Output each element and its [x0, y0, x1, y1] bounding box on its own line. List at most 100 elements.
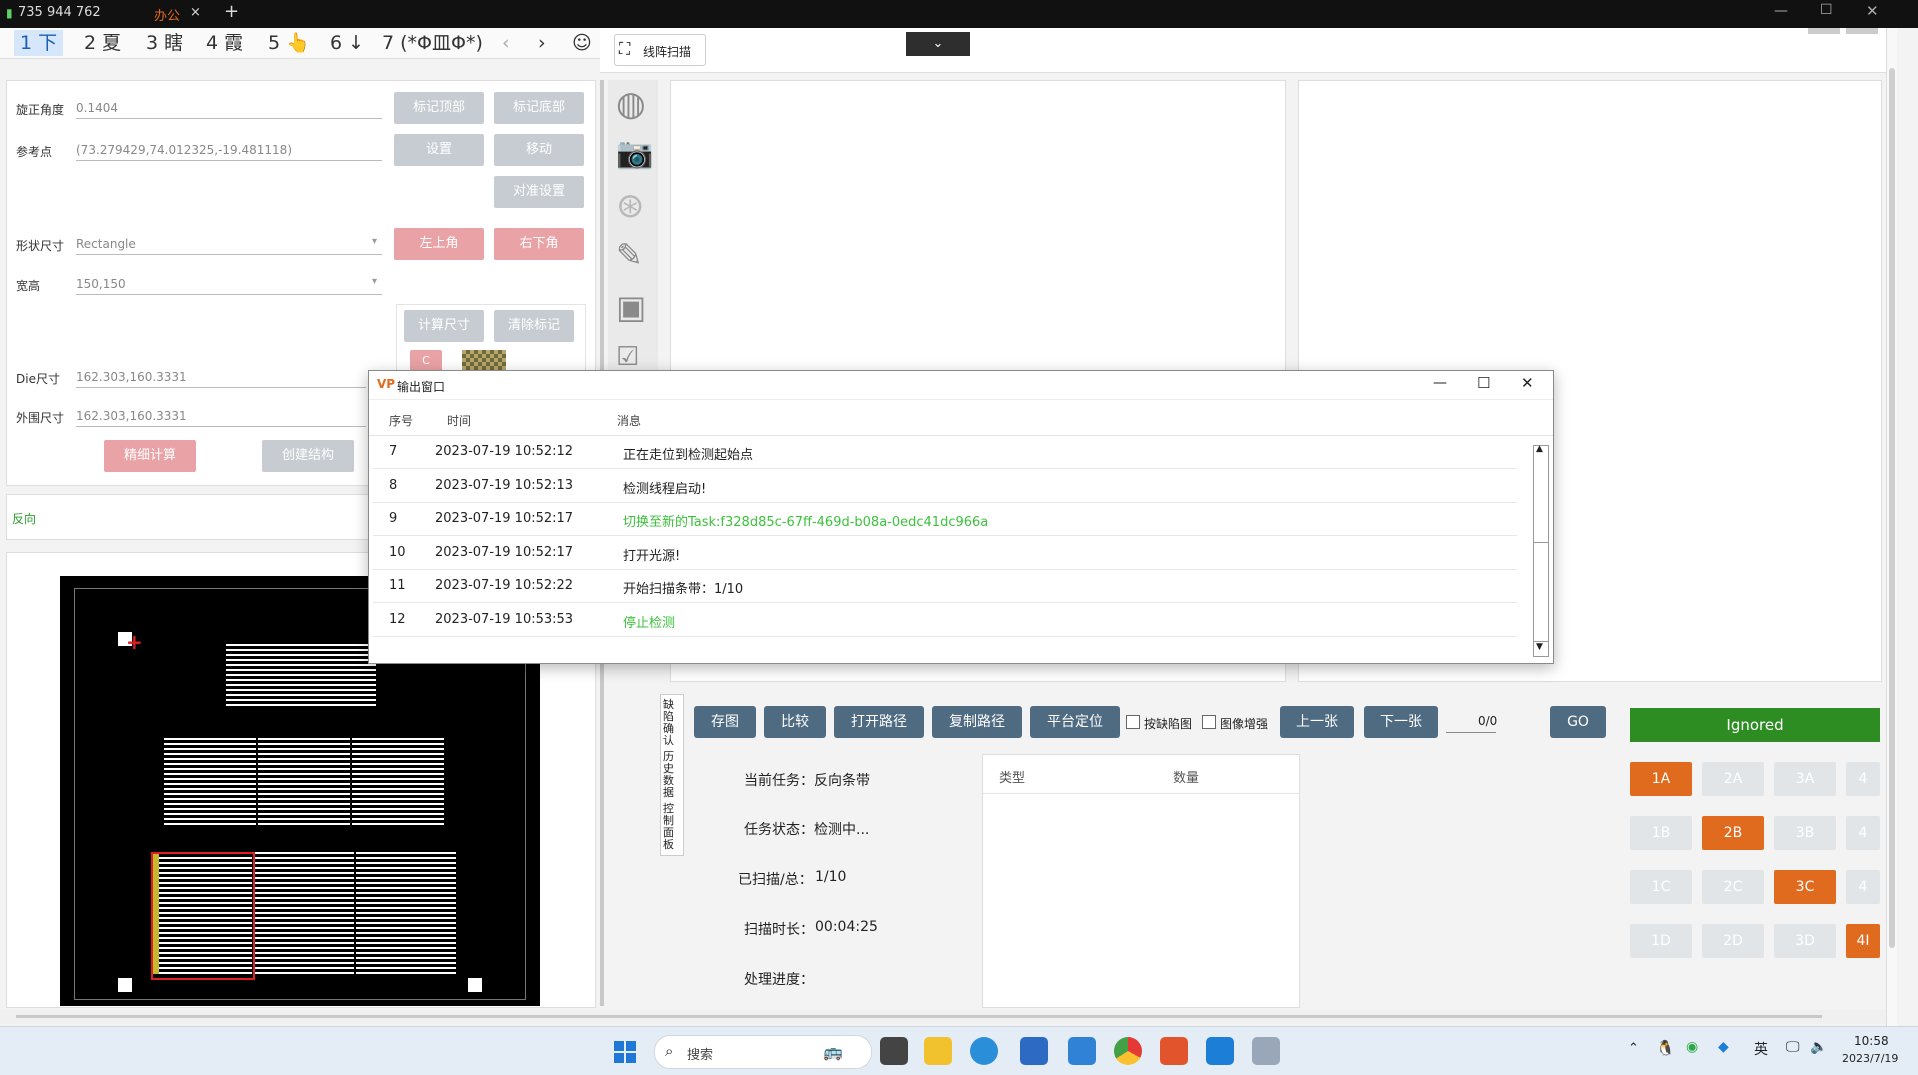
ime-candidate-1[interactable]: 1 下: [14, 30, 64, 56]
scroll-up-icon[interactable]: ▲: [1536, 444, 1543, 454]
bottom-scrollbar[interactable]: [0, 1010, 1886, 1024]
ime-candidate-7[interactable]: 7 (*Φ皿Φ*): [376, 30, 489, 56]
clock-date[interactable]: 2023/7/19: [1842, 1052, 1898, 1065]
network-icon[interactable]: 🖵: [1786, 1039, 1800, 1055]
camera-icon[interactable]: 📷: [616, 136, 653, 171]
log-row[interactable]: 11 2023-07-19 10:52:22 开始扫描条带：1/10: [373, 569, 1517, 603]
set-button[interactable]: 设置: [394, 134, 484, 166]
log-row[interactable]: 8 2023-07-19 10:52:13 检测线程启动!: [373, 469, 1517, 503]
grade-1b[interactable]: 1B: [1630, 816, 1692, 850]
fine-calc-button[interactable]: 精细计算: [104, 440, 196, 472]
log-row[interactable]: 7 2023-07-19 10:52:12 正在走位到检测起始点: [373, 435, 1517, 469]
grade-2d[interactable]: 2D: [1702, 924, 1764, 958]
dialog-scrollbar-thumb[interactable]: [1534, 542, 1548, 642]
scan-mode-button[interactable]: ⛶ 线阵扫描: [614, 34, 706, 66]
start-icon[interactable]: [614, 1041, 636, 1063]
grade-2a[interactable]: 2A: [1702, 762, 1764, 796]
grade-2c[interactable]: 2C: [1702, 870, 1764, 904]
ime-candidate-2[interactable]: 2 夏: [78, 30, 127, 56]
outer-input[interactable]: 162.303,160.3331: [76, 406, 366, 427]
go-button[interactable]: GO: [1550, 706, 1606, 738]
platform-locate-button[interactable]: 平台定位: [1030, 706, 1120, 738]
dialog-close-icon[interactable]: ✕: [1521, 374, 1534, 392]
right-scrollbar[interactable]: [1886, 28, 1897, 1026]
grade-3d[interactable]: 3D: [1774, 924, 1836, 958]
ruler-icon[interactable]: ✎: [616, 236, 643, 274]
new-tab-button[interactable]: +: [224, 1, 239, 22]
dialog-minimize-icon[interactable]: —: [1433, 375, 1447, 391]
ime-candidate-3[interactable]: 3 瞎: [140, 30, 189, 56]
chrome-icon[interactable]: [1114, 1037, 1142, 1065]
open-path-button[interactable]: 打开路径: [834, 706, 924, 738]
store-icon[interactable]: [1020, 1037, 1048, 1065]
mark-top-button[interactable]: 标记顶部: [394, 92, 484, 124]
grade-1d[interactable]: 1D: [1630, 924, 1692, 958]
log-row[interactable]: 10 2023-07-19 10:52:17 打开光源!: [373, 536, 1517, 570]
calc-size-button[interactable]: 计算尺寸: [404, 310, 484, 342]
wechat-icon[interactable]: ◉: [1686, 1039, 1698, 1055]
edge-icon[interactable]: [970, 1037, 998, 1065]
grade-4d[interactable]: 4I: [1846, 924, 1880, 958]
maximize-icon[interactable]: ☐: [1820, 2, 1833, 18]
minimize-icon[interactable]: —: [1774, 3, 1788, 19]
corner-marker-bottom-right[interactable]: [468, 978, 482, 992]
task-view-icon[interactable]: [880, 1037, 908, 1065]
grade-4c[interactable]: 4: [1846, 870, 1880, 904]
wh-select[interactable]: 150,150: [76, 274, 382, 295]
compare-button[interactable]: 比较: [764, 706, 826, 738]
grade-4a[interactable]: 4: [1846, 762, 1880, 796]
grade-3a[interactable]: 3A: [1774, 762, 1836, 796]
align-settings-button[interactable]: 对准设置: [494, 176, 584, 208]
ime-candidate-5[interactable]: 5 👆: [262, 30, 316, 56]
dialog-scrollbar[interactable]: ▲ ▼: [1533, 444, 1549, 657]
tray-app-icon[interactable]: ◆: [1718, 1039, 1729, 1055]
ime-emoji-icon[interactable]: ☺: [566, 30, 598, 56]
taskbar-search[interactable]: ⌕ 搜索 🚌: [654, 1035, 872, 1069]
die-input[interactable]: 162.303,160.3331: [76, 367, 366, 388]
dialog-maximize-icon[interactable]: ☐: [1477, 374, 1490, 392]
rotation-input[interactable]: 0.1404: [76, 98, 382, 119]
ignored-button[interactable]: Ignored: [1630, 708, 1880, 742]
qq-icon[interactable]: 🐧: [1656, 1039, 1675, 1057]
save-image-button[interactable]: 存图: [694, 706, 756, 738]
log-row[interactable]: 9 2023-07-19 10:52:17 切换至新的Task:f328d85c-6…: [373, 502, 1517, 536]
app-icon-orange[interactable]: [1160, 1037, 1188, 1065]
toolbar-tab-a[interactable]: [1808, 28, 1840, 34]
checklist-icon[interactable]: ☑: [616, 342, 639, 372]
corner-marker-bottom-left[interactable]: [118, 978, 132, 992]
target-icon[interactable]: ⊛: [616, 186, 645, 226]
mark-bottom-button[interactable]: 标记底部: [494, 92, 584, 124]
bottom-scrollbar-thumb[interactable]: [16, 1015, 1822, 1018]
file-explorer-icon[interactable]: [924, 1037, 952, 1065]
top-left-button[interactable]: 左上角: [394, 228, 484, 260]
ime-next-icon[interactable]: ›: [532, 30, 552, 56]
clock-time[interactable]: 10:58: [1854, 1034, 1889, 1048]
move-button[interactable]: 移动: [494, 134, 584, 166]
grid-sphere-icon[interactable]: ◍: [616, 84, 646, 124]
ime-candidate-4[interactable]: 4 霞: [200, 30, 249, 56]
page-input[interactable]: [1446, 732, 1496, 733]
create-struct-button[interactable]: 创建结构: [262, 440, 354, 472]
image-icon[interactable]: ▣: [616, 288, 646, 326]
right-scrollbar-thumb[interactable]: [1889, 68, 1895, 948]
ime-candidate-6[interactable]: 6 ↓: [324, 30, 370, 56]
defect-image-checkbox[interactable]: [1126, 715, 1140, 729]
mail-icon[interactable]: [1068, 1037, 1096, 1065]
bottom-right-button[interactable]: 右下角: [494, 228, 584, 260]
dropdown-toggle[interactable]: ⌄: [906, 32, 970, 56]
grade-3c[interactable]: 3C: [1774, 870, 1836, 904]
app-icon-blue[interactable]: [1206, 1037, 1234, 1065]
prev-image-button[interactable]: 上一张: [1280, 706, 1354, 738]
app-icon-gear[interactable]: [1252, 1037, 1280, 1065]
tab-close-icon[interactable]: ×: [190, 5, 201, 20]
shape-select[interactable]: Rectangle: [76, 234, 382, 255]
c-button[interactable]: C: [410, 350, 442, 372]
grade-1c[interactable]: 1C: [1630, 870, 1692, 904]
clear-mark-button[interactable]: 清除标记: [494, 310, 574, 342]
grade-1a[interactable]: 1A: [1630, 762, 1692, 796]
tray-expand-icon[interactable]: ⌃: [1628, 1041, 1639, 1056]
log-row[interactable]: 12 2023-07-19 10:53:53 停止检测: [373, 603, 1517, 637]
side-tab-defect-confirm[interactable]: 缺陷确认: [663, 699, 681, 747]
next-image-button[interactable]: 下一张: [1364, 706, 1438, 738]
volume-icon[interactable]: 🔈: [1810, 1039, 1827, 1055]
